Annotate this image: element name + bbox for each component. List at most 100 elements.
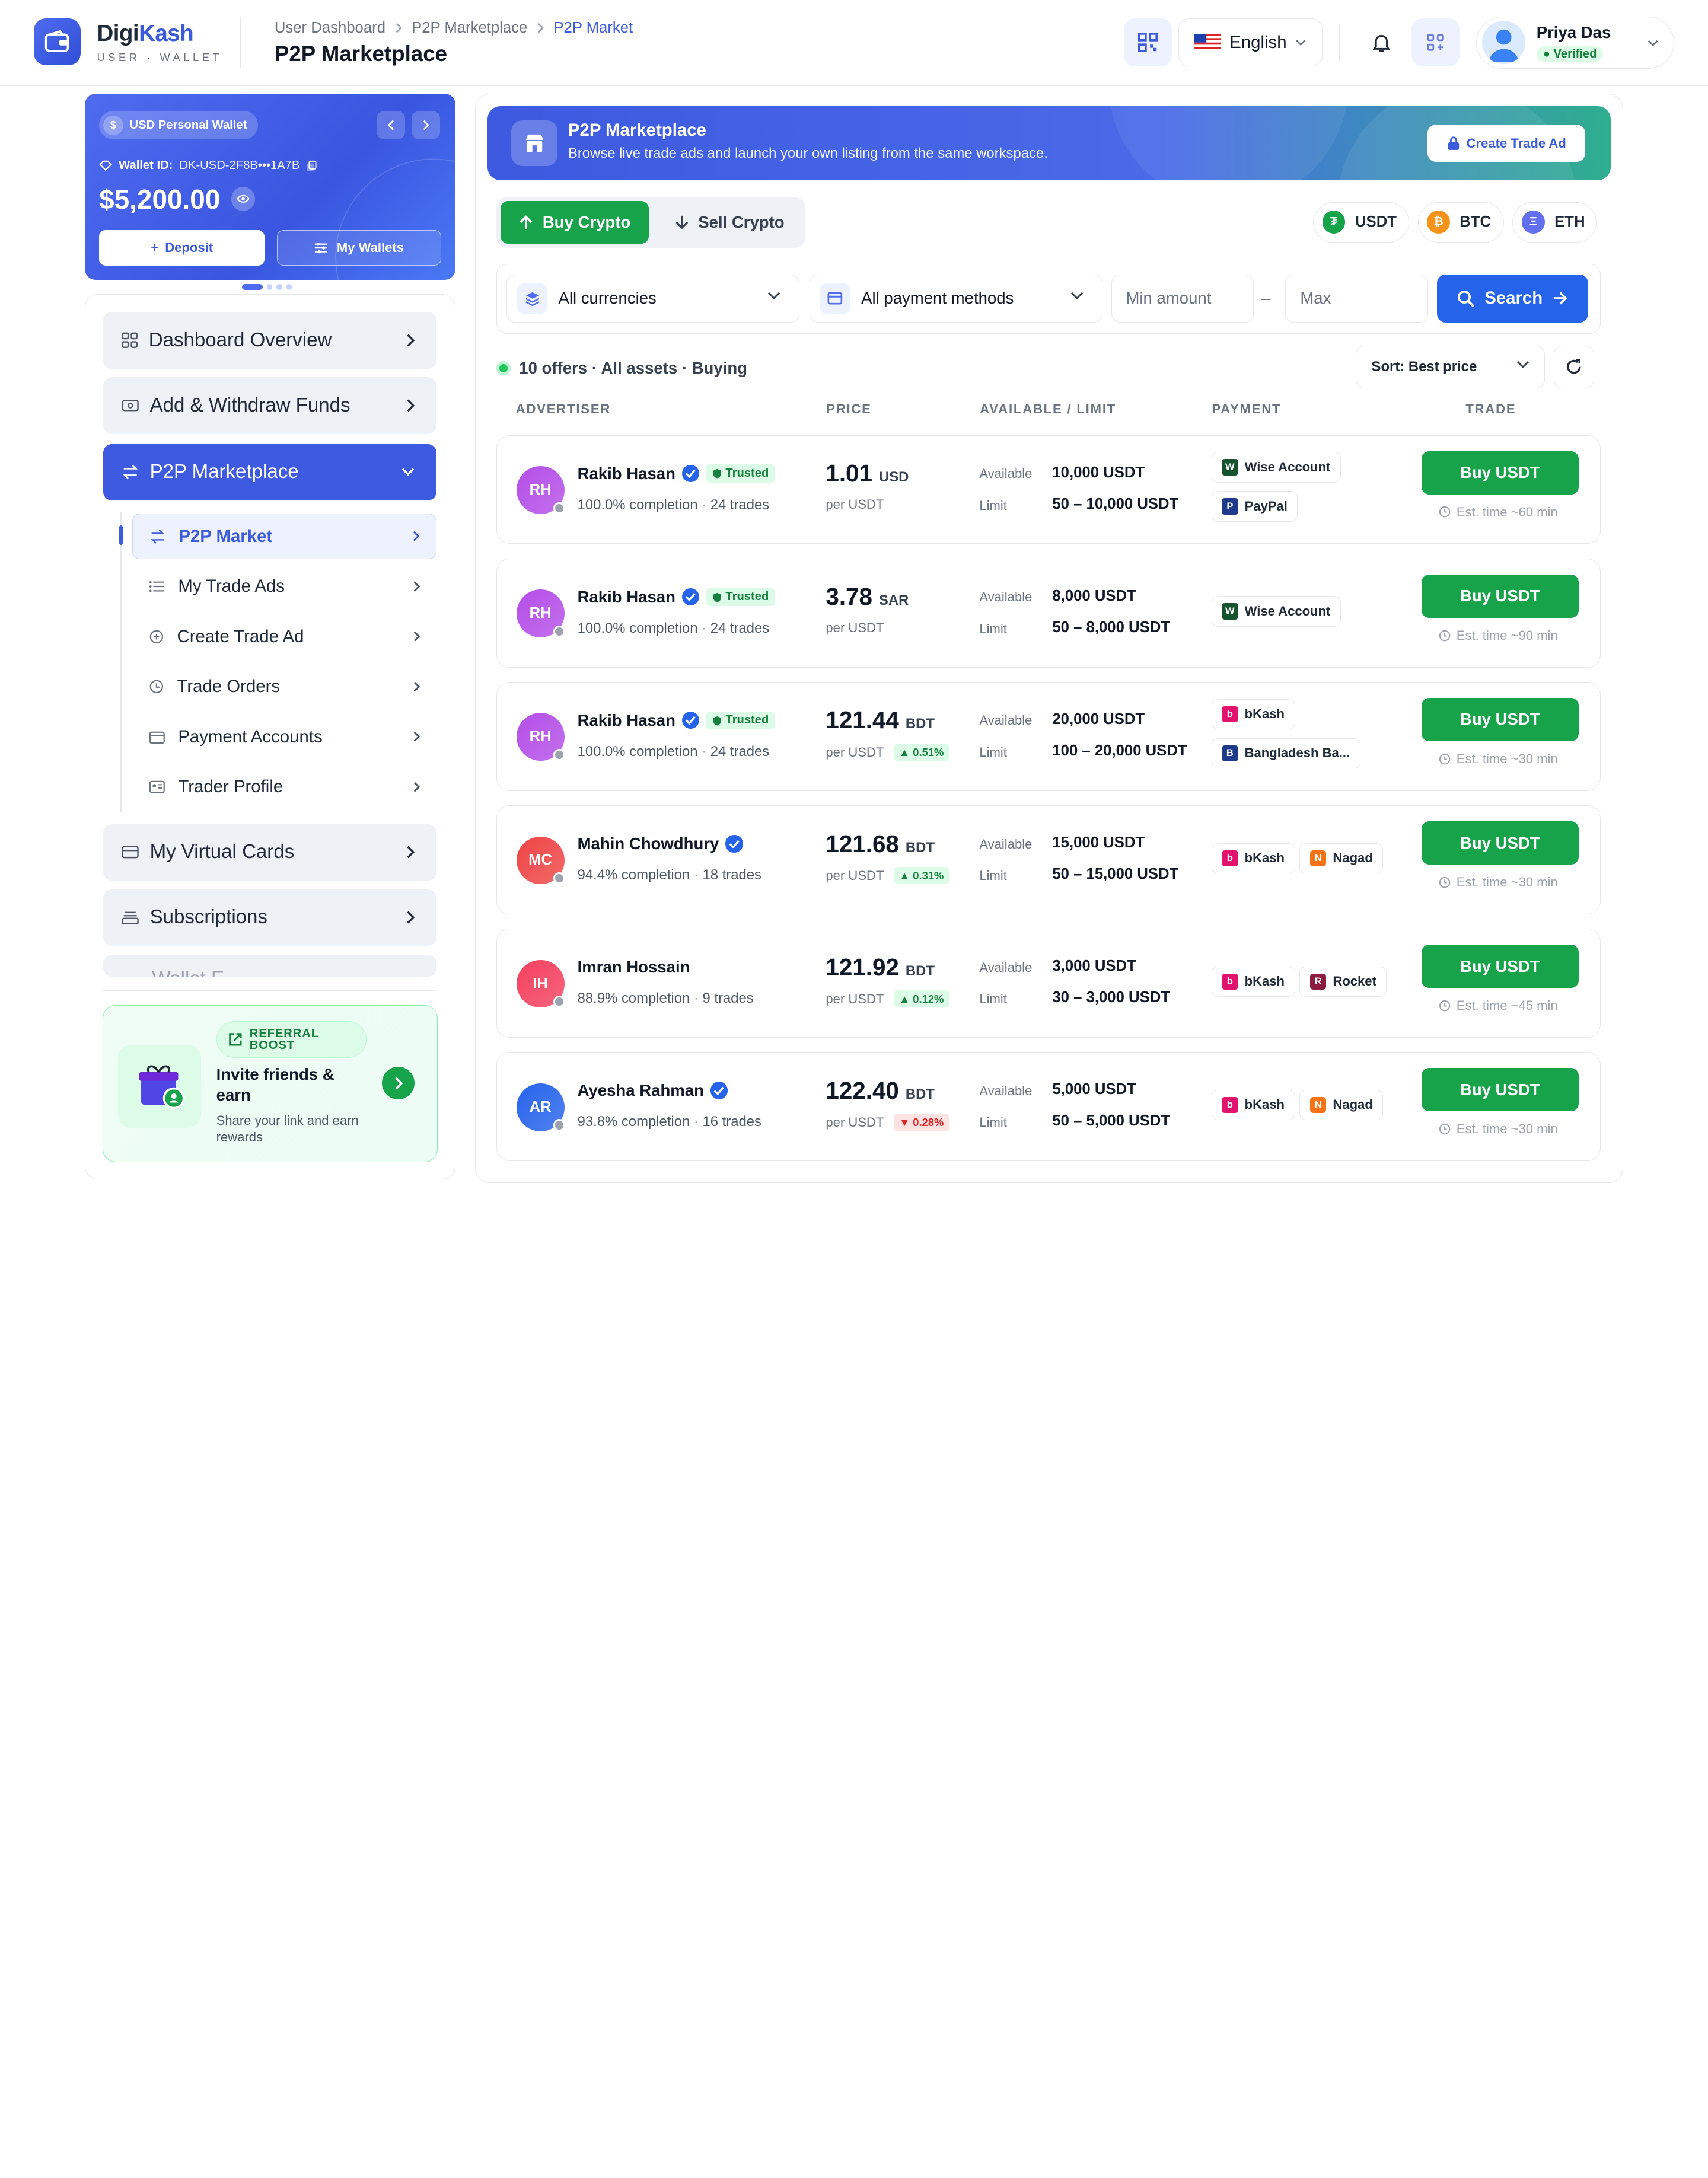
breadcrumb-p2p-marketplace[interactable]: P2P Marketplace <box>412 20 527 37</box>
advertiser-name[interactable]: Imran Hossain <box>578 958 690 977</box>
price-unit: per USDT <box>826 868 884 883</box>
verified-check-icon <box>710 1082 728 1099</box>
submenu-payment-accounts[interactable]: Payment Accounts <box>132 714 436 760</box>
estimated-time: Est. time ~90 min <box>1439 627 1558 643</box>
buy-usdt-button[interactable]: Buy USDT <box>1422 821 1579 865</box>
separator: · <box>697 620 710 636</box>
price-unit: per USDT <box>826 991 884 1006</box>
chevron-right-icon <box>394 23 403 33</box>
submenu-p2p-market[interactable]: P2P Market <box>132 514 436 560</box>
main-panel: P2P Marketplace Browse live trade ads an… <box>474 93 1623 1183</box>
advertiser-name[interactable]: Rakib Hasan <box>578 464 675 483</box>
bkash-icon: b <box>1222 973 1238 990</box>
sidebar-item-partial[interactable]: Wallet E... <box>103 954 436 977</box>
copy-icon[interactable] <box>306 160 317 172</box>
gift-icon <box>118 1045 201 1128</box>
advertiser-name[interactable]: Rakib Hasan <box>578 588 675 607</box>
payment-method-name: bKash <box>1244 974 1285 989</box>
my-wallets-button[interactable]: My Wallets <box>276 229 441 266</box>
payment-method-tag[interactable]: b bKash <box>1211 699 1295 729</box>
language-selector[interactable]: English <box>1178 18 1323 67</box>
avatar[interactable]: MC <box>516 836 566 885</box>
next-wallet-button[interactable] <box>412 111 440 140</box>
min-amount-input[interactable]: Min amount <box>1111 274 1254 323</box>
refresh-button[interactable] <box>1554 346 1595 388</box>
user-menu[interactable]: Priya Das ● Verified <box>1476 16 1674 69</box>
payment-method-tag[interactable]: B Bangladesh Ba... <box>1211 738 1360 769</box>
chevron-down-icon <box>1296 39 1306 46</box>
sidebar-item-subscriptions[interactable]: Subscriptions <box>103 889 436 946</box>
payment-method-tag[interactable]: b bKash <box>1211 966 1295 997</box>
sidebar-item-funds[interactable]: Add & Withdraw Funds <box>103 377 436 434</box>
payment-method-tag[interactable]: W Wise Account <box>1211 596 1341 627</box>
price-unit: per USDT <box>826 744 884 760</box>
buy-usdt-button[interactable]: Buy USDT <box>1422 697 1579 742</box>
sidebar-item-label: Subscriptions <box>149 906 267 929</box>
buy-usdt-button[interactable]: Buy USDT <box>1422 1068 1579 1112</box>
completion-stats: 94.4% completion · 18 trades <box>578 867 761 884</box>
chevron-right-icon <box>407 846 415 859</box>
qr-code-button[interactable] <box>1124 18 1172 67</box>
buy-usdt-button[interactable]: Buy USDT <box>1422 944 1579 988</box>
payment-method-select[interactable]: All payment methods <box>809 274 1102 323</box>
payment-method-tag[interactable]: R Rocket <box>1299 966 1387 997</box>
estimated-time: Est. time ~30 min <box>1439 751 1558 767</box>
payment-method-tag[interactable]: N Nagad <box>1299 843 1384 873</box>
online-status-dot <box>553 749 566 761</box>
wallet-logo-icon[interactable] <box>33 18 81 66</box>
payment-method-tag[interactable]: P PayPal <box>1211 491 1298 522</box>
deposit-button[interactable]: + Deposit <box>99 229 265 266</box>
apps-button[interactable] <box>1411 18 1460 67</box>
referral-card[interactable]: REFERRAL BOOST Invite friends & earn Sha… <box>102 1005 438 1162</box>
table-row: IH Imran Hossain 88.9% completion · 9 trad… <box>496 929 1601 1038</box>
marketplace-banner: P2P Marketplace Browse live trade ads an… <box>487 106 1611 181</box>
sort-select[interactable]: Sort: Best price <box>1355 346 1546 388</box>
payment-method-tag[interactable]: b bKash <box>1211 843 1295 873</box>
advertiser-name[interactable]: Rakib Hasan <box>578 711 675 730</box>
search-button[interactable]: Search <box>1436 274 1589 323</box>
coin-filter-btc[interactable]: ₿ BTC <box>1417 202 1504 243</box>
advertiser-name[interactable]: Mahin Chowdhury <box>578 834 719 853</box>
balance-amount: $5,200.00 <box>99 183 221 215</box>
avatar[interactable]: RH <box>516 466 566 515</box>
advertiser-name[interactable]: Ayesha Rahman <box>578 1081 704 1100</box>
sidebar-item-dashboard[interactable]: Dashboard Overview <box>103 312 436 369</box>
payment-method-tag[interactable]: b bKash <box>1211 1089 1295 1121</box>
buy-usdt-button[interactable]: Buy USDT <box>1422 451 1579 495</box>
sidebar-item-p2p-marketplace[interactable]: P2P Marketplace <box>103 444 436 501</box>
completion-rate: 100.0% completion <box>577 620 698 636</box>
submenu-trade-orders[interactable]: Trade Orders <box>132 664 436 710</box>
breadcrumb-current: P2P Market <box>553 20 633 37</box>
wallet-carousel-dots[interactable] <box>241 284 292 290</box>
tab-sell-crypto[interactable]: Sell Crypto <box>658 201 801 244</box>
breadcrumb-user-dashboard[interactable]: User Dashboard <box>275 20 385 37</box>
sidebar-item-virtual-cards[interactable]: My Virtual Cards <box>103 824 436 881</box>
currency-select[interactable]: All currencies <box>506 274 800 323</box>
referral-go-button[interactable] <box>381 1067 415 1100</box>
submenu-trader-profile[interactable]: Trader Profile <box>132 764 436 810</box>
limit-range: 50 – 5,000 USDT <box>1052 1112 1170 1130</box>
payment-method-tag[interactable]: N Nagad <box>1299 1089 1384 1121</box>
coin-filter-eth[interactable]: Ξ ETH <box>1512 202 1597 243</box>
create-trade-ad-button[interactable]: Create Trade Ad <box>1427 125 1586 162</box>
submenu-my-trade-ads[interactable]: My Trade Ads <box>132 564 436 610</box>
tab-buy-crypto[interactable]: Buy Crypto <box>501 200 649 244</box>
payment-method-tag[interactable]: W Wise Account <box>1211 452 1341 483</box>
search-icon <box>1458 290 1475 307</box>
prev-wallet-button[interactable] <box>377 111 406 140</box>
wallet-selector[interactable]: $ USD Personal Wallet <box>99 111 258 140</box>
avatar[interactable]: RH <box>516 713 566 761</box>
offer-price: 3.78 SAR <box>826 583 909 611</box>
coin-filter-usdt[interactable]: ₮ USDT <box>1313 202 1409 243</box>
notifications-button[interactable] <box>1358 18 1406 66</box>
avatar[interactable]: IH <box>516 959 566 1008</box>
avatar[interactable]: AR <box>516 1083 566 1131</box>
trusted-label: Trusted <box>725 467 769 480</box>
estimated-time-label: Est. time ~90 min <box>1456 627 1558 643</box>
buy-usdt-button[interactable]: Buy USDT <box>1422 574 1579 618</box>
card-icon <box>820 283 850 314</box>
avatar[interactable]: RH <box>516 589 566 638</box>
eye-icon[interactable] <box>231 187 256 211</box>
max-amount-input[interactable]: Max <box>1285 274 1429 323</box>
submenu-create-trade-ad[interactable]: Create Trade Ad <box>132 614 436 659</box>
